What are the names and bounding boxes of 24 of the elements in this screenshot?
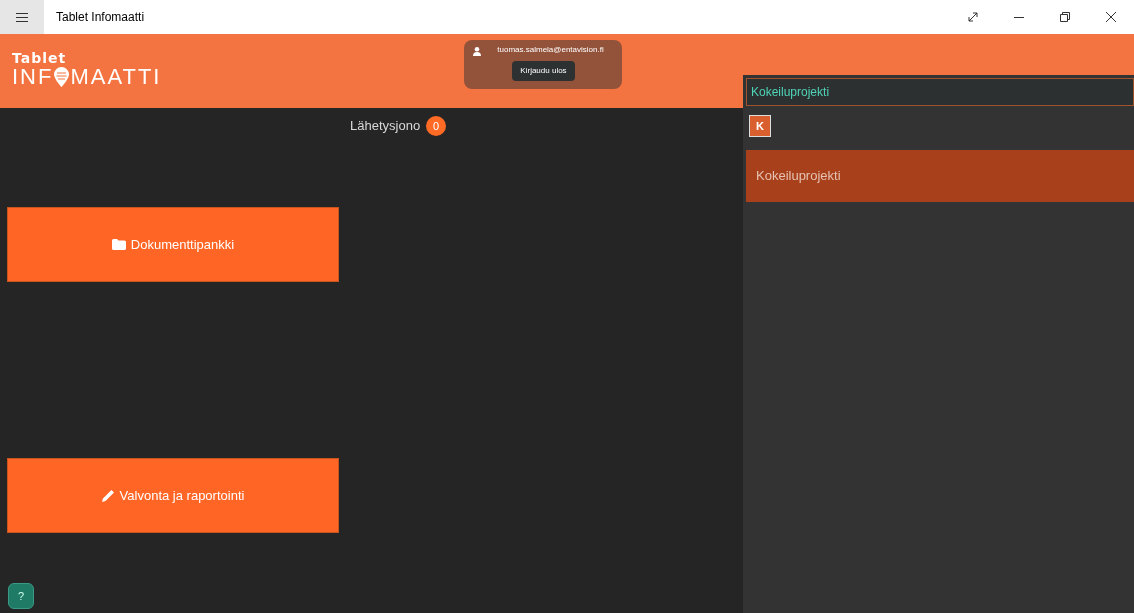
pin-icon	[53, 66, 71, 88]
minimize-icon	[1014, 16, 1024, 18]
logo-text: INF	[12, 66, 54, 88]
queue-label: Lähetysjono	[350, 117, 421, 136]
letter-filter[interactable]: K	[749, 115, 771, 137]
expand-icon	[968, 12, 978, 22]
menu-icon	[16, 12, 28, 22]
menu-button[interactable]	[0, 0, 44, 34]
restore-icon	[1060, 12, 1070, 22]
logo-text: MAATTI	[70, 66, 162, 88]
window-title: Tablet Infomaatti	[56, 9, 145, 26]
project-item[interactable]: Kokeiluprojekti	[746, 150, 1134, 202]
project-search-field[interactable]: Kokeiluprojekti	[746, 78, 1134, 106]
user-email: tuomas.salmela@entavision.fi	[496, 44, 604, 56]
queue-count: 0	[426, 116, 447, 136]
logout-button[interactable]: Kirjaudu ulos	[512, 61, 575, 81]
logo-text: Tablet	[12, 51, 68, 65]
help-button[interactable]: ?	[8, 583, 34, 609]
user-icon	[473, 47, 482, 56]
pencil-icon	[101, 489, 115, 502]
folder-icon	[111, 239, 126, 250]
menu-tile[interactable]: Dokumenttipankki	[7, 207, 339, 282]
close-icon	[1106, 12, 1116, 22]
menu-tile[interactable]: Valvonta ja raportointi	[7, 458, 339, 533]
